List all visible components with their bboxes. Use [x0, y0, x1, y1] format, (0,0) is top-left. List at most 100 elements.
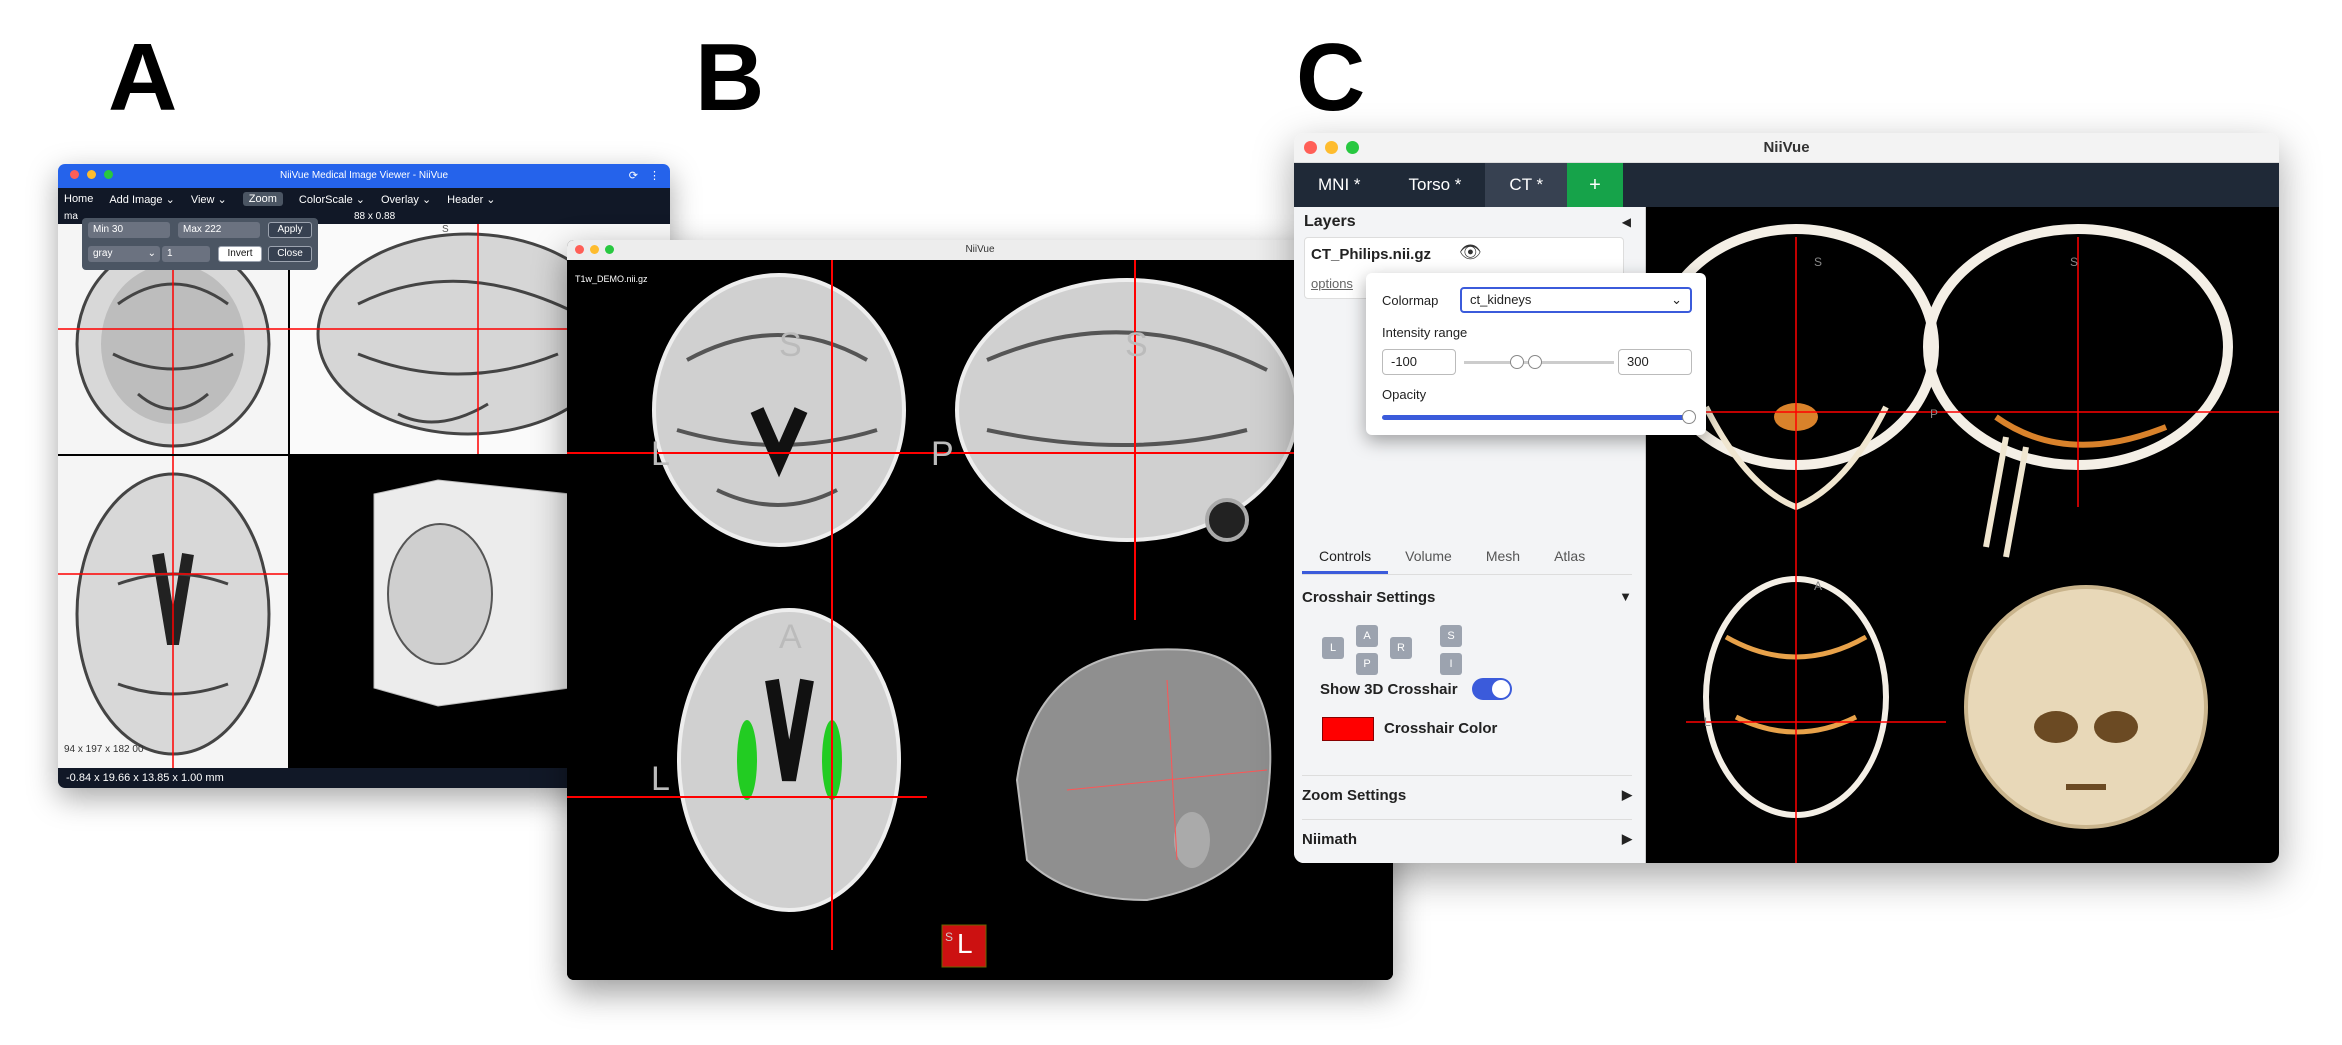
orient-button-i[interactable]: I — [1440, 653, 1462, 675]
slider-handle-min[interactable] — [1510, 355, 1524, 369]
orientation-label-a: A — [1814, 579, 1823, 593]
menu-zoom[interactable]: Zoom — [242, 192, 283, 206]
window-c: NiiVue MNI * Torso * CT * + Layers ◀ CT_… — [1294, 133, 2279, 863]
menu-home[interactable]: Home — [64, 193, 93, 205]
colormap-popup: Colormap ct_kidneys ⌄ Intensity range -1… — [1366, 273, 1706, 435]
orientation-label-s2: S — [1125, 326, 1148, 364]
panel-label-c: C — [1296, 24, 1366, 131]
intensity-min-input[interactable]: -100 — [1382, 349, 1456, 375]
window-b-titlebar: NiiVue — [567, 240, 1393, 260]
layers-title: Layers — [1304, 213, 1356, 230]
eye-icon[interactable]: 👁 — [1459, 242, 1482, 263]
slider-handle-max[interactable] — [1528, 355, 1542, 369]
menu-header[interactable]: Header ⌄ — [447, 193, 495, 206]
viewer-canvas-c[interactable]: S S P A L — [1646, 207, 2279, 863]
invert-button[interactable]: Invert — [218, 246, 262, 262]
tab-ct[interactable]: CT * — [1485, 163, 1568, 207]
zoom-popup: Min 30 Max 222 Apply gray ⌄ 1 Invert Clo… — [82, 218, 318, 270]
colormap-label: Colormap — [1382, 293, 1439, 308]
menu-bar: Home Add Image ⌄ View ⌄ Zoom ColorScale … — [58, 188, 670, 210]
opacity-slider-handle[interactable] — [1682, 410, 1696, 424]
max-field[interactable]: Max 222 — [178, 222, 260, 238]
tab-torso[interactable]: Torso * — [1385, 163, 1486, 207]
window-c-titlebar: NiiVue — [1294, 133, 2279, 163]
more-icon[interactable]: ⋮ — [649, 164, 660, 188]
close-window-button[interactable] — [575, 245, 584, 254]
crosshair-settings-header[interactable]: Crosshair Settings ▼ — [1302, 589, 1632, 606]
orient-button-a[interactable]: A — [1356, 625, 1378, 647]
minimize-window-button[interactable] — [590, 245, 599, 254]
orientation-label-l1: L — [651, 435, 670, 473]
orient-button-l[interactable]: L — [1322, 637, 1344, 659]
window-b-title: NiiVue — [965, 244, 995, 255]
orientation-cube-label: L — [957, 928, 973, 959]
menu-view[interactable]: View ⌄ — [191, 193, 227, 206]
crosshair-color-swatch[interactable] — [1322, 717, 1374, 741]
tab-controls[interactable]: Controls — [1302, 539, 1389, 574]
intensity-max-input[interactable]: 300 — [1618, 349, 1692, 375]
panel-label-b: B — [695, 24, 765, 131]
window-controls — [70, 170, 113, 179]
window-b: NiiVue T1w_DEMO.nii.gz S S L P A L L S — [567, 240, 1393, 980]
collapsed-arrow-icon: ▶ — [1622, 831, 1632, 846]
orientation-label-s: S — [442, 224, 449, 235]
close-button[interactable]: Close — [268, 246, 312, 262]
panel-label-a: A — [108, 24, 178, 131]
colormap-select[interactable]: gray ⌄ — [88, 246, 160, 262]
maximize-window-button[interactable] — [104, 170, 113, 179]
info-right: 88 x 0.88 — [354, 211, 396, 222]
zoom-settings-header[interactable]: Zoom Settings ▶ — [1302, 787, 1632, 804]
window-c-title: NiiVue — [1763, 139, 1810, 156]
options-link[interactable]: options — [1311, 276, 1353, 291]
apply-button[interactable]: Apply — [268, 222, 312, 238]
show-3d-crosshair-toggle[interactable] — [1472, 678, 1512, 700]
menu-colorscale[interactable]: ColorScale ⌄ — [299, 193, 365, 206]
add-tab-button[interactable]: + — [1567, 163, 1623, 207]
chevron-down-icon: ⌄ — [1671, 292, 1682, 307]
show-3d-crosshair-label: Show 3D Crosshair — [1320, 681, 1458, 698]
tab-mesh[interactable]: Mesh — [1469, 539, 1537, 574]
menu-add-image[interactable]: Add Image ⌄ — [109, 193, 174, 206]
layer-name: CT_Philips.nii.gz — [1311, 246, 1432, 263]
divider — [1302, 775, 1632, 776]
tab-volume[interactable]: Volume — [1388, 539, 1469, 574]
crosshair-color-label: Crosshair Color — [1384, 720, 1498, 737]
orientation-label-l: L — [1704, 715, 1711, 729]
control-tabs: Controls Volume Mesh Atlas — [1302, 539, 1632, 575]
maximize-window-button[interactable] — [605, 245, 614, 254]
intensity-range-label: Intensity range — [1382, 325, 1468, 340]
orientation-label-s1: S — [779, 326, 802, 364]
close-window-button[interactable] — [1304, 141, 1317, 154]
orient-button-p[interactable]: P — [1356, 653, 1378, 675]
document-tabs: MNI * Torso * CT * + — [1294, 163, 2279, 207]
opacity-slider[interactable] — [1382, 410, 1696, 424]
divider — [1302, 819, 1632, 820]
window-a-titlebar: NiiVue Medical Image Viewer - NiiVue ⟳ ⋮ — [58, 164, 670, 188]
expanded-arrow-icon: ▼ — [1619, 589, 1632, 604]
colormap-select[interactable]: ct_kidneys ⌄ — [1460, 287, 1692, 313]
menu-overlay[interactable]: Overlay ⌄ — [381, 193, 431, 206]
collapse-sidebar-icon[interactable]: ◀ — [1622, 215, 1631, 229]
close-window-button[interactable] — [70, 170, 79, 179]
orientation-label-l2: L — [651, 760, 670, 798]
gamma-field[interactable]: 1 — [162, 246, 210, 262]
niimath-header[interactable]: Niimath ▶ — [1302, 831, 1632, 848]
tab-mni[interactable]: MNI * — [1294, 163, 1385, 207]
opacity-label: Opacity — [1382, 387, 1427, 402]
minimize-window-button[interactable] — [1325, 141, 1338, 154]
orient-button-r[interactable]: R — [1390, 637, 1412, 659]
orientation-label-p: P — [1930, 407, 1939, 421]
ct-views-c — [1646, 224, 2279, 863]
window-controls — [1304, 141, 1359, 154]
refresh-icon[interactable]: ⟳ — [629, 164, 638, 188]
intensity-range-slider[interactable] — [1464, 355, 1614, 369]
min-field[interactable]: Min 30 — [88, 222, 170, 238]
tab-atlas[interactable]: Atlas — [1537, 539, 1602, 574]
maximize-window-button[interactable] — [1346, 141, 1359, 154]
overlay-dims: 94 x 197 x 182 00 — [64, 744, 144, 755]
orient-button-s[interactable]: S — [1440, 625, 1462, 647]
orientation-cube-label-side: S — [945, 930, 954, 944]
orientation-label-s2: S — [2070, 255, 2079, 269]
minimize-window-button[interactable] — [87, 170, 96, 179]
viewer-canvas-b[interactable]: T1w_DEMO.nii.gz S S L P A L L S — [567, 260, 1393, 980]
